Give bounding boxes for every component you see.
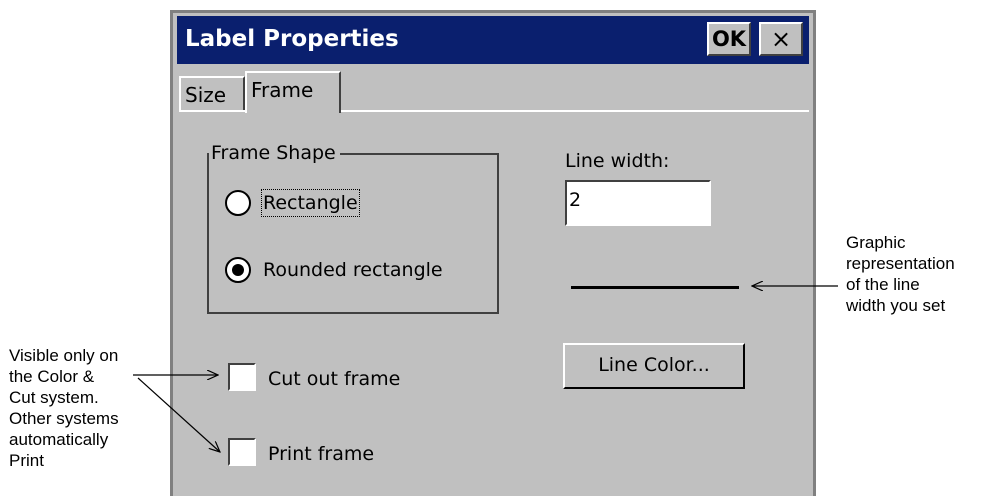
tab-frame[interactable]: Frame	[245, 71, 341, 113]
arrow-to-print-frame	[137, 377, 220, 452]
callout-arrows	[133, 0, 838, 496]
